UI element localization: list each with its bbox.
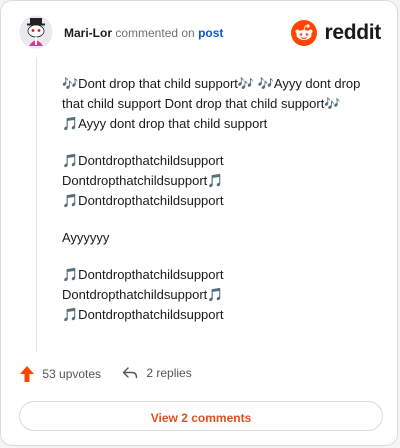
comment-header: Mari-Lor commented on post reddit — [19, 15, 381, 51]
replies-count: 2 replies — [146, 365, 192, 380]
snoo-avatar-icon[interactable] — [19, 15, 53, 49]
author-name[interactable]: Mari-Lor — [64, 26, 112, 40]
view-comments-button[interactable]: View 2 comments — [19, 401, 383, 431]
comment-paragraph: Ayyyyyy — [62, 230, 110, 245]
upvote-button[interactable]: 53 upvotes — [19, 365, 101, 383]
comment-paragraph: 🎶Dont drop that child support🎶 🎶Ayyy don… — [62, 76, 361, 131]
comment-paragraph: 🎵Dontdropthatchildsupport Dontdropthatch… — [62, 267, 224, 322]
reply-arrow-icon — [122, 367, 138, 379]
upvote-arrow-icon — [20, 366, 34, 382]
comment-meta: Mari-Lor commented on post — [64, 26, 223, 40]
replies-button[interactable]: 2 replies — [122, 365, 192, 380]
upvote-count: 53 upvotes — [42, 367, 102, 381]
comment-paragraph: 🎵Dontdropthatchildsupport Dontdropthatch… — [62, 153, 224, 208]
reddit-logo-icon — [291, 20, 317, 46]
comment-card: Mari-Lor commented on post reddit 🎶Dont … — [0, 0, 398, 446]
reddit-wordmark: reddit — [324, 21, 381, 44]
post-link[interactable]: post — [198, 26, 223, 40]
thread-line — [36, 57, 37, 352]
action-text: commented on — [115, 26, 195, 40]
comment-body: 🎶Dont drop that child support🎶 🎶Ayyy don… — [62, 74, 380, 342]
